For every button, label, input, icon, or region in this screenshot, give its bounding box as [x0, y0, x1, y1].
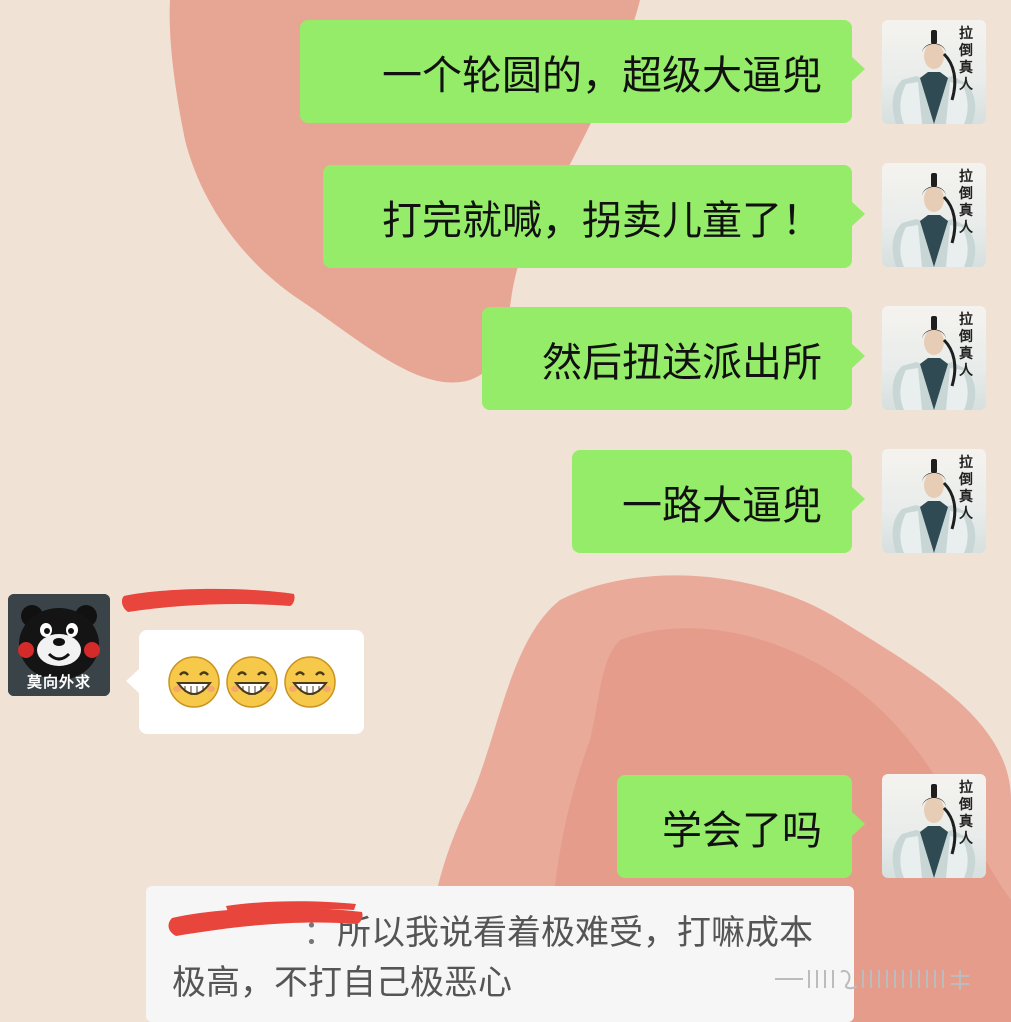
grinning-face-icon: [225, 656, 278, 708]
watermark: [773, 966, 983, 992]
my-message-bubble-1[interactable]: 一个轮圆的，超级大逼兜: [300, 20, 865, 123]
my-message-bubble-5[interactable]: 学会了吗: [617, 775, 865, 878]
my-message-bubble-2[interactable]: 打完就喊，拐卖儿童了！: [323, 165, 865, 268]
my-avatar[interactable]: 拉倒真人: [882, 774, 986, 878]
grinning-face-icon: [167, 656, 220, 708]
avatar-seal-text: 拉倒真人: [959, 780, 973, 847]
avatar-seal-text: 拉倒真人: [959, 312, 973, 379]
redacted-quoted-name: [168, 901, 363, 936]
redacted-sender-name: [121, 588, 295, 612]
watermark-scribble: [775, 970, 969, 990]
my-avatar[interactable]: 拉倒真人: [882, 306, 986, 410]
chat-screen: 一个轮圆的，超级大逼兜 拉倒真人 打完就喊，拐卖儿童了！ 拉倒真人 然后扭送派出…: [0, 0, 1011, 1022]
my-message-bubble-4[interactable]: 一路大逼兜: [572, 450, 865, 553]
my-message-bubble-3[interactable]: 然后扭送派出所: [482, 307, 865, 410]
grinning-face-icon: [283, 656, 336, 708]
my-avatar[interactable]: 拉倒真人: [882, 163, 986, 267]
my-avatar[interactable]: 拉倒真人: [882, 449, 986, 553]
quoted-message[interactable]: ：所以我说看着极难受，打嘛成本极高，不打自己极恶心: [146, 886, 854, 1022]
avatar-seal-text: 拉倒真人: [959, 26, 973, 93]
my-avatar[interactable]: 拉倒真人: [882, 20, 986, 124]
other-message-bubble[interactable]: [126, 630, 364, 734]
avatar-seal-text: 拉倒真人: [959, 169, 973, 236]
avatar-seal-text: 拉倒真人: [959, 455, 973, 522]
other-avatar-nickname: 莫向外求: [26, 673, 91, 691]
other-avatar[interactable]: 莫向外求: [8, 594, 110, 696]
